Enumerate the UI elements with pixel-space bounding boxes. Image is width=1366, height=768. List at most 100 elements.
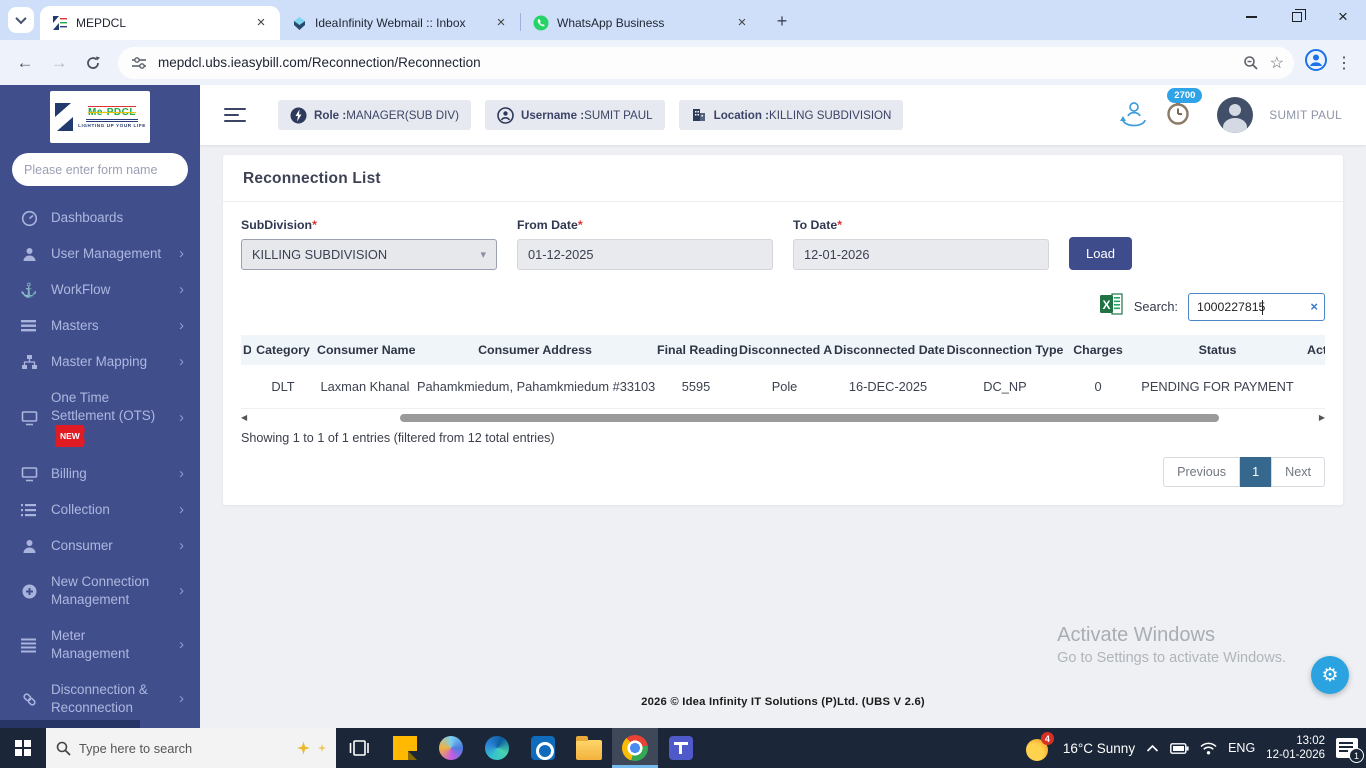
tab-webmail[interactable]: IdeaInfinity Webmail :: Inbox × [280, 6, 520, 40]
weather-widget[interactable]: 4 [1025, 732, 1054, 761]
col-header-charges[interactable]: Charges [1066, 335, 1130, 365]
watermark-line2: Go to Settings to activate Windows. [1057, 650, 1286, 666]
windows-logo-icon [15, 740, 31, 756]
zoom-icon[interactable] [1240, 52, 1262, 74]
taskbar-search[interactable]: Type here to search [46, 728, 336, 768]
col-header-category[interactable]: Category [251, 335, 315, 365]
header-right: 2700 SUMIT PAUL [1119, 87, 1342, 133]
file-explorer-button[interactable] [566, 728, 612, 768]
previous-page-button[interactable]: Previous [1163, 457, 1241, 487]
sidebar-item-user-management[interactable]: User Management › [0, 236, 200, 272]
teams-button[interactable] [658, 728, 704, 768]
clear-search-icon[interactable]: × [1310, 299, 1318, 314]
sidebar-item-new-connection[interactable]: New Connection Management › [0, 564, 200, 618]
table-row[interactable]: DLT Laxman Khanal Pahamkmiedum, Pahamkmi… [241, 365, 1325, 409]
tab-title: IdeaInfinity Webmail :: Inbox [315, 16, 466, 30]
sidebar-item-label: Consumer [51, 538, 113, 553]
table-search-input[interactable] [1197, 299, 1309, 314]
load-button[interactable]: Load [1069, 237, 1132, 270]
from-date-input[interactable]: 01-12-2025 [517, 239, 773, 270]
scroll-left-icon[interactable]: ◀ [241, 413, 247, 423]
col-header-status[interactable]: Status [1130, 335, 1305, 365]
cell-final-reading: 5595 [655, 365, 737, 409]
wifi-indicator[interactable] [1200, 742, 1217, 755]
task-view-button[interactable] [336, 728, 382, 768]
tab-close-icon[interactable]: × [733, 14, 751, 32]
site-info-icon[interactable] [128, 52, 150, 74]
sidebar-search-input[interactable] [24, 162, 185, 177]
address-bar[interactable]: mepdcl.ubs.ieasybill.com/Reconnection/Re… [118, 46, 1294, 79]
tab-close-icon[interactable]: × [492, 14, 510, 32]
app-logo[interactable]: Me-PDCL LIGHTING UP YOUR LIFE [50, 91, 150, 143]
back-button[interactable]: ← [10, 48, 40, 78]
list-check-icon [20, 503, 38, 518]
scrollbar-thumb[interactable] [400, 414, 1220, 422]
profile-icon[interactable] [1304, 48, 1328, 77]
sidebar-item-workflow[interactable]: ⚓ WorkFlow › [0, 272, 200, 308]
logo-title: Me-PDCL [88, 106, 136, 118]
new-badge: NEW [55, 425, 85, 447]
sidebar-item-consumer[interactable]: Consumer › [0, 528, 200, 564]
chrome-button[interactable] [612, 728, 658, 768]
settings-fab-button[interactable]: ⚙ [1311, 656, 1349, 694]
sidebar-scrollbar[interactable] [0, 720, 140, 728]
sidebar-item-billing[interactable]: Billing › [0, 456, 200, 492]
taskbar-clock[interactable]: 13:02 12-01-2026 [1266, 734, 1325, 762]
new-tab-button[interactable]: + [769, 8, 795, 34]
window-minimize-button[interactable] [1228, 2, 1274, 32]
col-header-consumer-address[interactable]: Consumer Address [415, 335, 655, 365]
scrollbar-track[interactable] [251, 414, 1315, 422]
sidebar-item-meter-management[interactable]: Meter Management › [0, 618, 200, 672]
to-date-input[interactable]: 12-01-2026 [793, 239, 1049, 270]
sidebar-search[interactable] [12, 153, 188, 186]
tab-mepdcl[interactable]: MEPDCL × [40, 6, 280, 40]
excel-export-icon[interactable]: X [1099, 292, 1124, 321]
battery-indicator[interactable] [1170, 742, 1189, 754]
language-indicator[interactable]: ENG [1228, 741, 1255, 755]
session-timer[interactable]: 2700 [1165, 87, 1203, 131]
reload-button[interactable] [78, 48, 108, 78]
tab-close-icon[interactable]: × [252, 14, 270, 32]
col-header-final-reading[interactable]: Final Reading [655, 335, 737, 365]
webmail-favicon-icon [294, 16, 305, 30]
horizontal-scrollbar[interactable]: ◀ ▶ [241, 413, 1325, 423]
copilot-button[interactable] [428, 728, 474, 768]
window-close-button[interactable]: × [1320, 2, 1366, 32]
sidebar-item-collection[interactable]: Collection › [0, 492, 200, 528]
subdivision-select[interactable]: KILLING SUBDIVISION ▾ [241, 239, 497, 270]
tab-whatsapp[interactable]: WhatsApp Business × [521, 6, 761, 40]
user-sync-icon[interactable] [1119, 99, 1149, 132]
avatar[interactable] [1217, 97, 1254, 133]
weather-text[interactable]: 16°C Sunny [1063, 741, 1135, 756]
browser-menu-icon[interactable]: ⋮ [1332, 53, 1356, 73]
table-search-box[interactable]: × [1188, 292, 1325, 321]
sidebar-item-ots[interactable]: One Time Settlement (OTS)NEW › [0, 380, 200, 456]
sidebar-item-master-mapping[interactable]: Master Mapping › [0, 344, 200, 380]
col-header-disconnection-type[interactable]: Disconnection Type [944, 335, 1066, 365]
sidebar-item-masters[interactable]: Masters › [0, 308, 200, 344]
col-header-id[interactable]: D [241, 335, 251, 365]
username-value: SUMIT PAUL [584, 108, 653, 122]
page-number-button[interactable]: 1 [1240, 457, 1272, 487]
subdivision-value: KILLING SUBDIVISION [252, 247, 388, 262]
sticky-notes-button[interactable] [382, 728, 428, 768]
bookmark-star-icon[interactable]: ☆ [1270, 53, 1284, 73]
forward-button[interactable]: → [44, 48, 74, 78]
hamburger-menu-icon[interactable] [224, 108, 246, 122]
notification-center-button[interactable]: 1 [1336, 738, 1364, 763]
col-header-disconnected-date[interactable]: Disconnected Date [832, 335, 944, 365]
tab-search-button[interactable] [8, 7, 34, 33]
cell-status: PENDING FOR PAYMENT [1130, 365, 1305, 409]
col-header-consumer-name[interactable]: Consumer Name [315, 335, 415, 365]
start-button[interactable] [0, 728, 46, 768]
edge-button[interactable] [474, 728, 520, 768]
outlook-button[interactable] [520, 728, 566, 768]
sidebar-item-disconnection-reconnection[interactable]: Disconnection & Reconnection › [0, 672, 200, 726]
sidebar-item-dashboards[interactable]: Dashboards [0, 200, 200, 236]
col-header-action[interactable]: Act [1305, 335, 1325, 365]
scroll-right-icon[interactable]: ▶ [1319, 413, 1325, 423]
col-header-disconnected-at[interactable]: Disconnected At [737, 335, 832, 365]
next-page-button[interactable]: Next [1271, 457, 1325, 487]
tray-expand-button[interactable] [1146, 744, 1159, 753]
window-restore-button[interactable] [1274, 2, 1320, 32]
